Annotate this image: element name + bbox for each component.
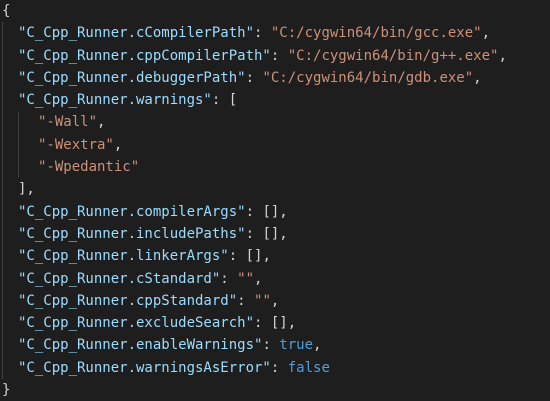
json-separator: : [211, 92, 229, 109]
code-line[interactable]: "C_Cpp_Runner.cppCompilerPath": "C:/cygw… [0, 45, 550, 67]
code-line[interactable]: "C_Cpp_Runner.includePaths": [], [0, 223, 550, 245]
json-comma: , [473, 69, 482, 86]
json-array-value: [] [262, 225, 280, 242]
json-separator: : [245, 203, 263, 220]
json-string-value: "C:/cygwin64/bin/gdb.exe" [262, 69, 474, 86]
code-line[interactable]: "-Wall", [0, 111, 550, 133]
array-open-bracket: [ [228, 92, 238, 109]
json-separator: : [270, 47, 288, 64]
json-key: "C_Cpp_Runner.warnings" [18, 92, 212, 109]
json-key: "C_Cpp_Runner.cCompilerPath" [18, 25, 255, 42]
code-line[interactable]: "C_Cpp_Runner.cStandard": "", [0, 268, 550, 290]
code-editor[interactable]: { "C_Cpp_Runner.cCompilerPath": "C:/cygw… [0, 0, 550, 401]
code-line[interactable]: } [0, 379, 550, 401]
json-string-value: "" [254, 292, 271, 309]
json-comma: , [279, 225, 288, 242]
code-line[interactable]: { [0, 0, 550, 22]
json-separator: : [254, 25, 271, 42]
code-line[interactable]: "C_Cpp_Runner.cCompilerPath": "C:/cygwin… [0, 22, 550, 44]
json-string-value: "-Wextra" [38, 136, 114, 153]
json-key: "C_Cpp_Runner.compilerArgs" [18, 203, 246, 220]
json-separator: : [245, 69, 263, 86]
code-line[interactable]: ], [0, 178, 550, 200]
json-separator: : [262, 337, 280, 354]
code-line[interactable]: "C_Cpp_Runner.warnings": [ [0, 89, 550, 111]
json-array-value: [] [270, 315, 288, 332]
array-close-bracket: ], [18, 181, 35, 198]
open-brace: { [2, 3, 11, 19]
code-line[interactable]: "C_Cpp_Runner.debuggerPath": "C:/cygwin6… [0, 67, 550, 89]
json-separator: : [237, 292, 255, 309]
json-key: "C_Cpp_Runner.excludeSearch" [18, 315, 255, 332]
json-string-value: "-Wpedantic" [38, 159, 140, 176]
json-comma: , [498, 47, 507, 64]
json-comma: , [481, 25, 491, 42]
close-brace: } [2, 382, 11, 399]
json-key: "C_Cpp_Runner.warningsAsError" [18, 359, 271, 376]
json-key: "C_Cpp_Runner.debuggerPath" [18, 69, 246, 86]
json-comma: , [254, 270, 263, 287]
json-string-value: "-Wall" [38, 114, 98, 131]
json-string-value: "C:/cygwin64/bin/gcc.exe" [270, 25, 482, 42]
json-separator: : [220, 270, 238, 287]
code-line[interactable]: "-Wextra", [0, 134, 550, 156]
code-line[interactable]: "C_Cpp_Runner.linkerArgs": [], [0, 245, 550, 267]
json-comma: , [279, 203, 288, 220]
json-boolean-value: false [287, 359, 330, 376]
json-key: "C_Cpp_Runner.cppStandard" [18, 292, 238, 309]
json-separator: : [245, 225, 263, 242]
code-line[interactable]: "C_Cpp_Runner.cppStandard": "", [0, 290, 550, 312]
json-comma: , [113, 136, 123, 153]
json-comma: , [287, 315, 297, 332]
json-separator: : [270, 359, 288, 376]
json-key: "C_Cpp_Runner.cppCompilerPath" [18, 47, 271, 64]
json-key: "C_Cpp_Runner.linkerArgs" [18, 248, 229, 265]
code-line[interactable]: "C_Cpp_Runner.excludeSearch": [], [0, 312, 550, 334]
json-key: "C_Cpp_Runner.includePaths" [18, 225, 246, 242]
json-array-value: [] [262, 203, 280, 220]
json-separator: : [254, 315, 271, 332]
json-key: "C_Cpp_Runner.cStandard" [18, 270, 221, 287]
code-line[interactable]: "-Wpedantic" [0, 156, 550, 178]
code-line[interactable]: "C_Cpp_Runner.enableWarnings": true, [0, 334, 550, 356]
json-key: "C_Cpp_Runner.enableWarnings" [18, 337, 263, 354]
code-line[interactable]: "C_Cpp_Runner.compilerArgs": [], [0, 201, 550, 223]
json-comma: , [313, 337, 322, 354]
json-array-value: [] [245, 248, 263, 265]
json-string-value: "C:/cygwin64/bin/g++.exe" [287, 47, 499, 64]
json-comma: , [97, 114, 106, 131]
json-separator: : [228, 248, 246, 265]
json-comma: , [270, 292, 280, 309]
json-string-value: "" [237, 270, 255, 287]
json-boolean-value: true [279, 337, 314, 354]
json-comma: , [262, 248, 271, 265]
code-line[interactable]: "C_Cpp_Runner.warningsAsError": false [0, 357, 550, 379]
